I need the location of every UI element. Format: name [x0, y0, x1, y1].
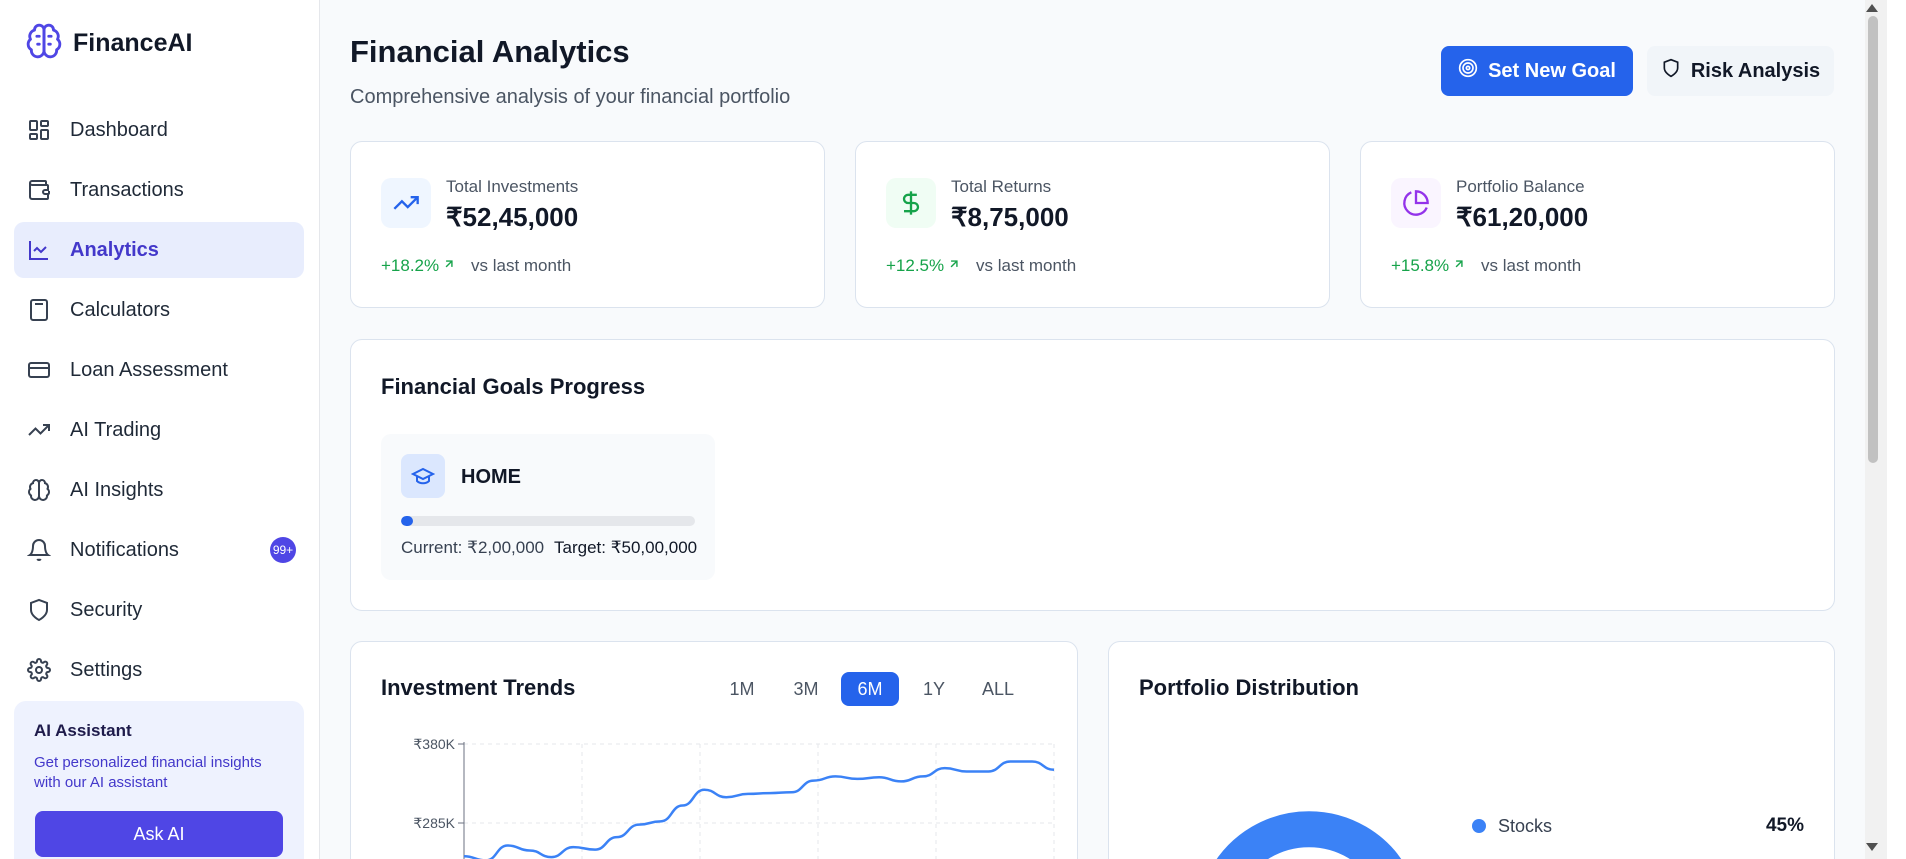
sidebar-item-label: Calculators	[70, 298, 171, 321]
ask-ai-button[interactable]: Ask AI	[35, 811, 283, 857]
trending-up-icon	[381, 178, 431, 228]
sidebar-item-label: AI Insights	[70, 478, 164, 501]
stat-change: +18.2%	[381, 256, 456, 276]
sidebar-item-ai-insights[interactable]: AI Insights	[14, 462, 304, 518]
shield-icon	[1661, 58, 1681, 84]
brain-icon	[25, 22, 63, 65]
main-content: Financial Analytics Comprehensive analys…	[321, 0, 1865, 859]
stat-label: Total Investments	[446, 177, 579, 196]
shield-icon	[26, 597, 52, 623]
legend-value: 45%	[1765, 815, 1804, 836]
sidebar-item-label: Analytics	[70, 238, 159, 261]
target-icon	[1458, 58, 1478, 84]
stat-change-value: +18.2%	[381, 256, 440, 275]
portfolio-distribution-card: Portfolio Distribution Stocks 45%	[1108, 641, 1835, 859]
goal-current-amount: Current: ₹2,00,000	[401, 538, 545, 557]
ai-assistant-title: AI Assistant	[34, 721, 132, 740]
financial-goals-card: Financial Goals Progress HOME Current: ₹…	[350, 339, 1835, 611]
set-new-goal-label: Set New Goal	[1488, 59, 1616, 82]
sidebar-item-label: Loan Assessment	[70, 358, 228, 381]
page-title: Financial Analytics	[350, 34, 630, 69]
sidebar-item-label: AI Trading	[70, 418, 162, 441]
app-logo[interactable]: FinanceAI	[25, 22, 192, 65]
goals-section-title: Financial Goals Progress	[381, 374, 646, 399]
stat-card-portfolio-balance: Portfolio Balance ₹61,20,000 +15.8% vs l…	[1360, 141, 1835, 308]
goal-progress-bar	[401, 516, 695, 526]
risk-analysis-label: Risk Analysis	[1690, 59, 1821, 82]
sidebar-item-label: Notifications	[70, 538, 179, 561]
stat-comparison: vs last month	[471, 256, 572, 275]
stat-change: +12.5%	[886, 256, 961, 276]
risk-analysis-button[interactable]: Risk Analysis	[1647, 46, 1834, 96]
scroll-up-arrow-icon[interactable]	[1866, 4, 1878, 12]
sidebar-item-settings[interactable]: Settings	[14, 642, 304, 698]
bell-icon	[26, 537, 52, 563]
arrow-up-right-icon	[442, 256, 456, 276]
sidebar-item-transactions[interactable]: Transactions	[14, 162, 304, 218]
sidebar-item-calculators[interactable]: Calculators	[14, 282, 304, 338]
sidebar-item-label: Dashboard	[70, 118, 168, 141]
goal-progress-fill	[401, 516, 413, 526]
scroll-down-arrow-icon[interactable]	[1866, 843, 1878, 851]
wallet-icon	[26, 177, 52, 203]
sidebar-item-ai-trading[interactable]: AI Trading	[14, 402, 304, 458]
brain-icon	[26, 477, 52, 503]
line-chart-icon	[26, 237, 52, 263]
page-subtitle: Comprehensive analysis of your financial…	[350, 86, 791, 108]
trending-up-icon	[26, 417, 52, 443]
stat-value: ₹8,75,000	[951, 202, 1069, 232]
sidebar-item-security[interactable]: Security	[14, 582, 304, 638]
goal-target-amount: Target: ₹50,00,000	[554, 538, 698, 557]
arrow-up-right-icon	[947, 256, 961, 276]
notification-count-badge: 99+	[270, 537, 296, 563]
set-new-goal-button[interactable]: Set New Goal	[1441, 46, 1633, 96]
stat-card-total-investments: Total Investments ₹52,45,000 +18.2% vs l…	[350, 141, 825, 308]
legend-item-stocks: Stocks 45%	[1472, 815, 1804, 837]
stat-change: +15.8%	[1391, 256, 1466, 276]
scrollbar-thumb[interactable]	[1868, 16, 1878, 463]
graduation-cap-icon	[401, 454, 445, 498]
investment-trends-chart: ₹380K ₹285K	[413, 736, 1055, 859]
sidebar-item-dashboard[interactable]: Dashboard	[14, 102, 304, 158]
calculator-icon	[26, 297, 52, 323]
stat-comparison: vs last month	[1481, 256, 1582, 275]
sidebar-item-label: Transactions	[70, 178, 184, 201]
goal-name: HOME	[461, 466, 521, 488]
dollar-icon	[886, 178, 936, 228]
stat-change-value: +15.8%	[1391, 256, 1450, 275]
gear-icon	[26, 657, 52, 683]
sidebar-item-label: Settings	[70, 658, 143, 681]
stat-comparison: vs last month	[976, 256, 1077, 275]
stat-change-value: +12.5%	[886, 256, 945, 275]
donut-segment-stocks	[1216, 811, 1402, 859]
arrow-up-right-icon	[1452, 256, 1466, 276]
stat-value: ₹61,20,000	[1456, 202, 1589, 232]
sidebar: FinanceAI Dashboard Transactions Analyti…	[0, 0, 320, 859]
goal-item[interactable]: HOME Current: ₹2,00,000 Target: ₹50,00,0…	[381, 434, 715, 580]
y-axis-tick-label: ₹380K	[413, 736, 455, 752]
stat-card-total-returns: Total Returns ₹8,75,000 +12.5% vs last m…	[855, 141, 1330, 308]
legend-color-dot	[1472, 819, 1486, 833]
dashboard-icon	[26, 117, 52, 143]
legend-label: Stocks	[1498, 815, 1553, 836]
y-axis-tick-label: ₹285K	[413, 815, 455, 831]
page-edge	[1887, 0, 1906, 859]
credit-card-icon	[26, 357, 52, 383]
stat-label: Portfolio Balance	[1456, 177, 1585, 196]
app-name: FinanceAI	[73, 29, 193, 57]
stat-value: ₹52,45,000	[446, 202, 579, 232]
ai-assistant-card: AI Assistant Get personalized financial …	[14, 701, 304, 859]
pie-chart-icon	[1391, 178, 1441, 228]
sidebar-item-label: Security	[70, 598, 143, 621]
sidebar-item-analytics[interactable]: Analytics	[14, 222, 304, 278]
sidebar-item-loan-assessment[interactable]: Loan Assessment	[14, 342, 304, 398]
investment-trends-card: Investment Trends 1M 3M 6M 1Y ALL ₹380K ₹…	[350, 641, 1078, 859]
stat-label: Total Returns	[951, 177, 1052, 196]
sidebar-item-notifications[interactable]: Notifications 99+	[14, 522, 304, 578]
ai-assistant-description: Get personalized financial insights with…	[34, 754, 262, 791]
series-line	[463, 760, 1055, 859]
